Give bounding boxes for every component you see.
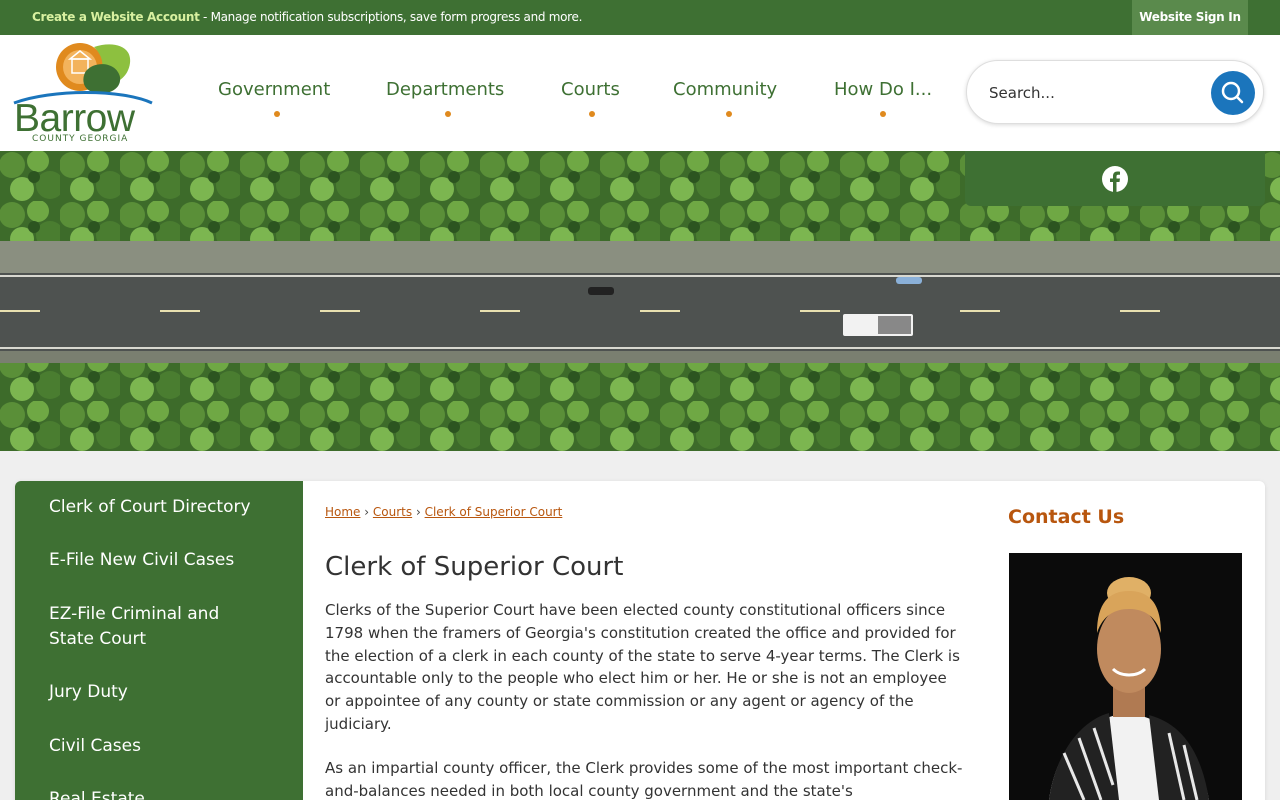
- second-paragraph: As an impartial county officer, the Cler…: [325, 759, 963, 800]
- site-header: Barrow COUNTY GEORGIA Government Departm…: [0, 35, 1280, 151]
- search-button[interactable]: [1211, 71, 1255, 115]
- create-account-link[interactable]: Create a Website Account: [32, 10, 200, 24]
- search-box: [966, 60, 1264, 124]
- logo-name: Barrow: [14, 97, 135, 140]
- account-banner-text: - Manage notification subscriptions, sav…: [199, 10, 583, 24]
- account-banner: Create a Website Account - Manage notifi…: [32, 10, 582, 24]
- search-input[interactable]: [989, 81, 1189, 105]
- nav-courts[interactable]: Courts: [561, 79, 620, 100]
- sidebar-item-clerk-directory[interactable]: Clerk of Court Directory: [49, 495, 279, 520]
- page-title: Clerk of Superior Court: [325, 552, 624, 582]
- contact-us-heading: Contact Us: [1008, 506, 1125, 528]
- breadcrumb-separator: ›: [415, 505, 421, 519]
- intro-paragraph: Clerks of the Superior Court have been e…: [325, 601, 960, 733]
- sidebar-nav: Clerk of Court Directory E-File New Civi…: [15, 481, 303, 800]
- county-logo[interactable]: Barrow COUNTY GEORGIA: [12, 41, 180, 145]
- facebook-icon[interactable]: [1102, 166, 1128, 192]
- nav-community[interactable]: Community: [673, 79, 777, 100]
- breadcrumb-current[interactable]: Clerk of Superior Court: [425, 505, 563, 519]
- breadcrumb: Home › Courts › Clerk of Superior Court: [325, 505, 562, 519]
- nav-dropdown-indicator: [445, 111, 451, 117]
- breadcrumb-separator: ›: [364, 505, 370, 519]
- breadcrumb-home[interactable]: Home: [325, 505, 360, 519]
- nav-how-do-i[interactable]: How Do I...: [834, 79, 932, 100]
- search-icon: [1221, 81, 1244, 104]
- nav-dropdown-indicator: [726, 111, 732, 117]
- nav-government[interactable]: Government: [218, 79, 330, 100]
- logo-subtitle: COUNTY GEORGIA: [32, 134, 129, 144]
- clerk-portrait-illustration: [1009, 553, 1242, 800]
- sidebar-item-jury-duty[interactable]: Jury Duty: [49, 680, 279, 705]
- sidebar-item-civil-cases[interactable]: Civil Cases: [49, 734, 279, 759]
- sidebar-item-e-file-civil[interactable]: E-File New Civil Cases: [49, 548, 279, 573]
- top-bar: Create a Website Account - Manage notifi…: [0, 0, 1280, 35]
- sign-in-button[interactable]: Website Sign In: [1132, 0, 1248, 35]
- sidebar-item-real-estate[interactable]: Real Estate: [49, 787, 279, 800]
- nav-dropdown-indicator: [274, 111, 280, 117]
- breadcrumb-courts[interactable]: Courts: [373, 505, 412, 519]
- social-panel: [965, 151, 1265, 206]
- nav-dropdown-indicator: [880, 111, 886, 117]
- facebook-glyph-icon: [1110, 171, 1120, 192]
- nav-dropdown-indicator: [589, 111, 595, 117]
- sidebar-item-ez-file-criminal[interactable]: EZ-File Criminal and State Court: [49, 602, 239, 652]
- clerk-photo: [1009, 553, 1242, 800]
- nav-departments[interactable]: Departments: [386, 79, 504, 100]
